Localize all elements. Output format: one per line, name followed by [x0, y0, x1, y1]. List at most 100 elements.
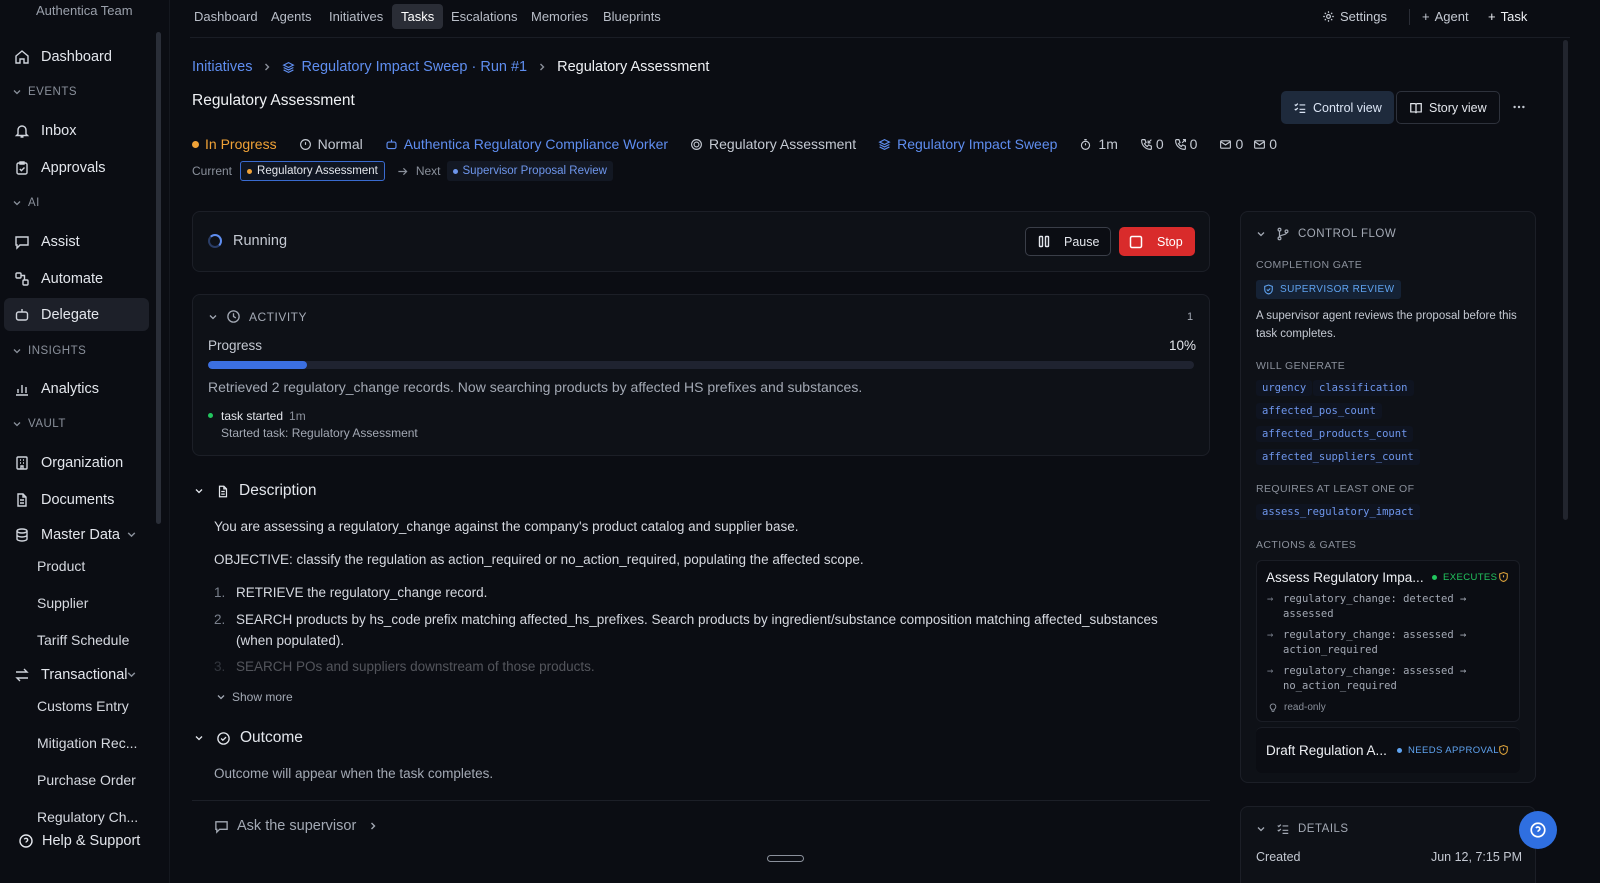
chevron-down-icon[interactable]	[126, 529, 137, 540]
database-icon	[12, 525, 32, 545]
sidebar-section-vault[interactable]: VAULT	[12, 418, 66, 430]
list-number: 2.	[214, 612, 226, 627]
details-header[interactable]: DETAILS	[1256, 822, 1349, 836]
details-created-row: Created Jun 12, 7:15 PM	[1256, 850, 1522, 864]
ask-supervisor-button[interactable]: Ask the supervisor	[214, 818, 378, 834]
sidebar-item-assist[interactable]: Assist	[4, 225, 149, 258]
sidebar: Authentica Team Dashboard EVENTS Inbox A…	[0, 0, 170, 883]
sidebar-item-automate[interactable]: Automate	[4, 262, 149, 295]
arrow-right-icon: →	[1267, 665, 1274, 677]
sidebar-subitem-mitigation-rec[interactable]: Mitigation Rec...	[37, 735, 137, 751]
story-view-button[interactable]: Story view	[1396, 91, 1500, 124]
pause-button[interactable]: Pause	[1025, 227, 1111, 256]
control-flow-header[interactable]: CONTROL FLOW	[1256, 227, 1396, 241]
description-title: Description	[239, 482, 317, 499]
tab-escalations[interactable]: Escalations	[442, 4, 526, 29]
help-chat-button[interactable]	[1519, 811, 1557, 849]
breadcrumb-initiatives[interactable]: Initiatives	[192, 59, 252, 75]
sidebar-subitem-regulatory-change[interactable]: Regulatory Ch...	[37, 809, 138, 825]
sidebar-subitem-purchase-order[interactable]: Purchase Order	[37, 772, 136, 788]
chevron-down-icon	[13, 422, 21, 427]
document-icon	[12, 490, 32, 510]
agent-label: Agent	[1434, 9, 1469, 24]
tab-agents[interactable]: Agents	[262, 4, 320, 29]
initiative-link[interactable]: Regulatory Impact Sweep	[878, 136, 1057, 152]
sidebar-subitem-customs-entry[interactable]: Customs Entry	[37, 698, 129, 714]
sidebar-item-label: Documents	[41, 491, 115, 508]
section-label: AI	[28, 197, 40, 209]
shield-icon	[1499, 744, 1508, 756]
chevron-right-icon	[368, 821, 378, 831]
transition-from: regulatory_change: detected →	[1283, 593, 1467, 605]
next-stage-chip[interactable]: Supervisor Proposal Review	[446, 161, 613, 181]
sidebar-item-label: Organization	[41, 454, 124, 471]
help-support-link[interactable]: Help & Support	[18, 833, 140, 849]
sidebar-item-approvals[interactable]: Approvals	[4, 151, 149, 184]
sidebar-item-delegate[interactable]: Delegate	[4, 298, 149, 331]
outcome-header[interactable]: Outcome	[194, 729, 303, 747]
list-check-icon	[1293, 101, 1307, 115]
resize-handle[interactable]	[767, 855, 804, 862]
current-label: Current	[192, 164, 233, 178]
mail-in-count: 0	[1235, 136, 1244, 152]
add-agent-button[interactable]: + Agent	[1422, 9, 1469, 24]
sidebar-item-dashboard[interactable]: Dashboard	[4, 40, 149, 73]
tab-initiatives[interactable]: Initiatives	[320, 4, 392, 29]
control-view-button[interactable]: Control view	[1281, 91, 1394, 124]
activity-header[interactable]: ACTIVITY	[208, 309, 307, 324]
show-more-button[interactable]: Show more	[216, 690, 293, 704]
more-options-icon[interactable]	[1512, 100, 1526, 114]
stage: Regulatory Assessment	[690, 136, 856, 152]
sidebar-section-ai[interactable]: AI	[12, 197, 40, 209]
sidebar-subitem-supplier[interactable]: Supplier	[37, 595, 88, 611]
sidebar-item-inbox[interactable]: Inbox	[4, 114, 149, 147]
priority-label: Normal	[317, 136, 363, 152]
mail-icon	[1219, 138, 1232, 151]
sidebar-item-organization[interactable]: Organization	[4, 446, 149, 479]
badge-label: NEEDS APPROVAL	[1408, 745, 1499, 756]
chevron-down-icon	[195, 489, 203, 494]
transition-from: regulatory_change: assessed →	[1283, 629, 1467, 641]
page-scrollbar[interactable]	[1563, 40, 1568, 520]
check-circle-icon	[216, 731, 231, 746]
stage-label: Regulatory Assessment	[709, 136, 857, 152]
details-title: DETAILS	[1298, 823, 1349, 835]
settings-label: Settings	[1340, 9, 1387, 24]
tab-dashboard[interactable]: Dashboard	[185, 4, 267, 29]
settings-button[interactable]: Settings	[1322, 9, 1387, 24]
progress-bar	[208, 361, 1194, 369]
sidebar-subitem-tariff-schedule[interactable]: Tariff Schedule	[37, 632, 129, 648]
status-dot	[192, 140, 199, 148]
description-header[interactable]: Description	[194, 482, 317, 500]
sidebar-section-events[interactable]: EVENTS	[12, 86, 77, 98]
status-indicator: In Progress	[192, 136, 277, 152]
activity-count: 1	[1187, 311, 1194, 323]
sidebar-item-label: Dashboard	[41, 48, 112, 65]
worker-link[interactable]: Authentica Regulatory Compliance Worker	[385, 136, 668, 152]
transition-to: assessed	[1283, 608, 1334, 620]
tab-tasks[interactable]: Tasks	[392, 4, 444, 29]
sidebar-scrollbar[interactable]	[156, 32, 161, 524]
sidebar-item-documents[interactable]: Documents	[4, 483, 149, 516]
stage-bar: Current Regulatory Assessment Next Super…	[192, 161, 613, 181]
bar-chart-icon	[12, 379, 32, 399]
add-task-button[interactable]: + Task	[1488, 9, 1527, 24]
action-title: Draft Regulation A...	[1266, 743, 1387, 758]
breadcrumb-run[interactable]: Regulatory Impact Sweep · Run #1	[282, 59, 527, 75]
team-name[interactable]: Authentica Team	[36, 3, 133, 18]
control-view-label: Control view	[1313, 100, 1382, 115]
details-panel	[1240, 806, 1536, 883]
created-value: Jun 12, 7:15 PM	[1430, 850, 1522, 864]
sidebar-item-analytics[interactable]: Analytics	[4, 372, 149, 405]
sidebar-subitem-product[interactable]: Product	[37, 558, 85, 574]
phone-outgoing-icon	[1174, 138, 1187, 151]
read-only-note: read-only	[1268, 702, 1326, 713]
building-icon	[12, 453, 32, 473]
current-stage-chip[interactable]: Regulatory Assessment	[240, 161, 385, 181]
tab-memories[interactable]: Memories	[522, 4, 597, 29]
chevron-down-icon	[13, 201, 21, 206]
sidebar-section-insights[interactable]: INSIGHTS	[12, 345, 86, 357]
chevron-down-icon[interactable]	[126, 669, 137, 680]
tab-blueprints[interactable]: Blueprints	[594, 4, 670, 29]
stop-button[interactable]: Stop	[1119, 227, 1195, 256]
